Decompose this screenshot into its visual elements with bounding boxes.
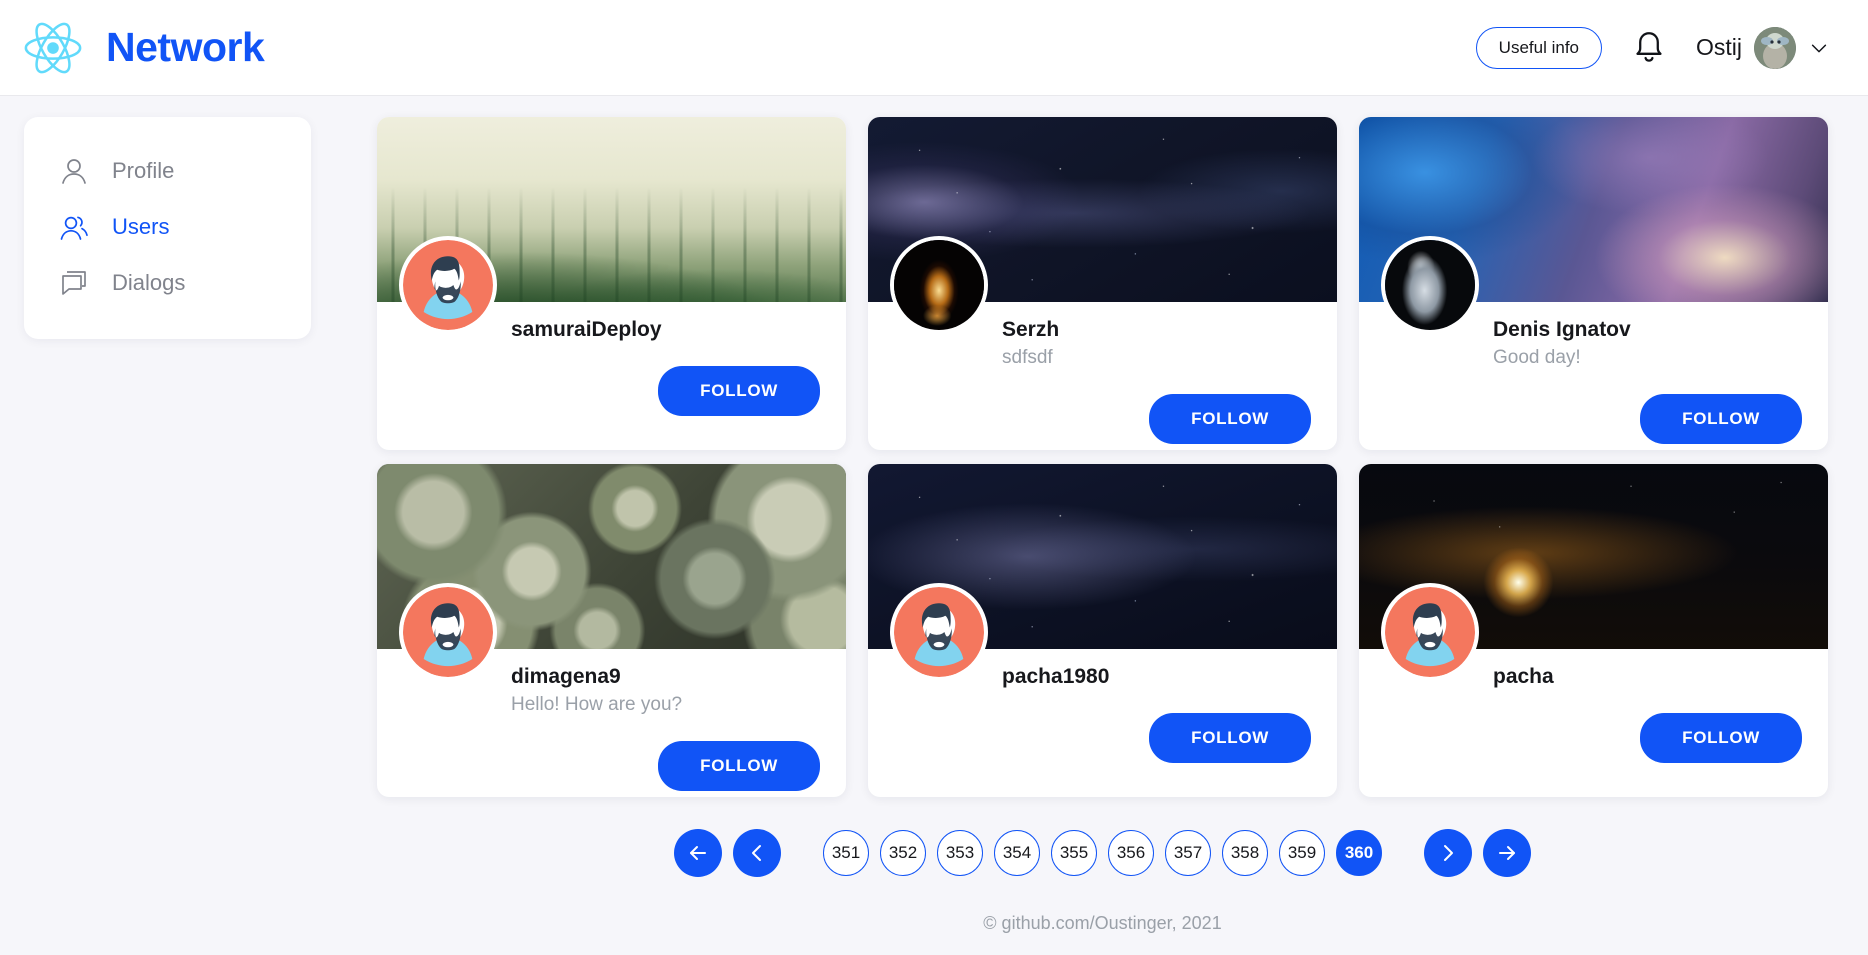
arrow-right-icon xyxy=(1495,841,1519,865)
sidebar-item-label: Users xyxy=(112,214,170,239)
users-content: samuraiDeploy FOLLOW Serzh sdfsdf FOLLOW… xyxy=(311,117,1868,934)
avatar xyxy=(1754,26,1796,69)
user-status: Hello! How are you? xyxy=(511,694,683,716)
user-card-body: samuraiDeploy FOLLOW xyxy=(377,236,846,417)
user-avatar[interactable] xyxy=(1381,583,1479,681)
sidebar-item-users[interactable]: Users xyxy=(24,199,311,255)
arrow-left-icon xyxy=(686,841,710,865)
user-status: Good day! xyxy=(1493,347,1581,369)
chevron-down-icon[interactable] xyxy=(1808,37,1830,59)
useful-info-button[interactable]: Useful info xyxy=(1475,26,1602,69)
user-name: Denis Ignatov xyxy=(1493,318,1631,341)
user-card-body: dimagena9 Hello! How are you? FOLLOW xyxy=(377,583,846,791)
person-icon xyxy=(58,155,90,187)
user-menu[interactable]: Ostij xyxy=(1696,26,1830,69)
page-button-active[interactable]: 360 xyxy=(1336,830,1382,876)
user-name: pacha xyxy=(1493,665,1554,688)
user-avatar[interactable] xyxy=(399,236,497,334)
robot-photo xyxy=(1385,240,1475,330)
follow-row: FOLLOW xyxy=(1385,691,1802,764)
user-avatar[interactable] xyxy=(399,583,497,681)
follow-button[interactable]: FOLLOW xyxy=(658,366,820,417)
react-atom-icon xyxy=(22,17,84,79)
follow-row: FOLLOW xyxy=(403,344,820,417)
user-card[interactable]: Denis Ignatov Good day! FOLLOW xyxy=(1359,117,1828,450)
user-avatar[interactable] xyxy=(890,583,988,681)
sidebar-item-label: Profile xyxy=(112,158,175,183)
user-avatar[interactable] xyxy=(890,236,988,334)
user-card[interactable]: dimagena9 Hello! How are you? FOLLOW xyxy=(377,464,846,797)
page-button[interactable]: 359 xyxy=(1279,830,1325,876)
page-button[interactable]: 357 xyxy=(1165,830,1211,876)
brand[interactable]: Network xyxy=(22,17,265,79)
user-name: pacha1980 xyxy=(1002,665,1110,688)
first-page-button[interactable] xyxy=(674,829,722,877)
page-button[interactable]: 351 xyxy=(823,830,869,876)
pagination: 351 352 353 354 355 356 357 358 359 360 xyxy=(377,829,1828,877)
next-page-button[interactable] xyxy=(1424,829,1472,877)
user-card-body: Denis Ignatov Good day! FOLLOW xyxy=(1359,236,1828,444)
user-card-body: Serzh sdfsdf FOLLOW xyxy=(868,236,1337,444)
page-button[interactable]: 358 xyxy=(1222,830,1268,876)
sidebar-item-label: Dialogs xyxy=(112,270,186,295)
page-button[interactable]: 356 xyxy=(1108,830,1154,876)
last-page-button[interactable] xyxy=(1483,829,1531,877)
user-card[interactable]: Serzh sdfsdf FOLLOW xyxy=(868,117,1337,450)
chevron-left-icon xyxy=(745,841,769,865)
page-button[interactable]: 353 xyxy=(937,830,983,876)
sidebar-item-dialogs[interactable]: Dialogs xyxy=(24,255,311,311)
page-button[interactable]: 355 xyxy=(1051,830,1097,876)
chat-bubble-icon xyxy=(58,267,90,299)
page-button[interactable]: 354 xyxy=(994,830,1040,876)
page-button[interactable]: 352 xyxy=(880,830,926,876)
user-card-body: pacha FOLLOW xyxy=(1359,583,1828,764)
fire-photo xyxy=(894,240,984,330)
user-card[interactable]: pacha FOLLOW xyxy=(1359,464,1828,797)
follow-button[interactable]: FOLLOW xyxy=(1640,393,1802,444)
user-name: dimagena9 xyxy=(511,665,621,688)
footer-copyright: © github.com/Oustinger, 2021 xyxy=(983,913,1222,933)
follow-button[interactable]: FOLLOW xyxy=(658,740,820,791)
app-header: Network Useful info Ostij xyxy=(0,0,1868,95)
user-name: Ostij xyxy=(1696,34,1742,60)
prev-page-button[interactable] xyxy=(733,829,781,877)
user-card-body: pacha1980 FOLLOW xyxy=(868,583,1337,764)
sidebar: Profile Users Dialogs xyxy=(24,117,311,339)
follow-row: FOLLOW xyxy=(1385,372,1802,444)
bell-icon[interactable] xyxy=(1632,29,1666,67)
sidebar-item-profile[interactable]: Profile xyxy=(24,143,311,199)
users-grid: samuraiDeploy FOLLOW Serzh sdfsdf FOLLOW… xyxy=(377,117,1828,797)
user-name: samuraiDeploy xyxy=(511,318,662,341)
follow-button[interactable]: FOLLOW xyxy=(1640,713,1802,764)
user-card[interactable]: samuraiDeploy FOLLOW xyxy=(377,117,846,450)
page-layout: Profile Users Dialogs samuraiDeploy FOLL… xyxy=(0,95,1868,934)
header-actions: Useful info Ostij xyxy=(1475,26,1830,69)
user-status: sdfsdf xyxy=(1002,347,1053,369)
chevron-right-icon xyxy=(1436,841,1460,865)
brand-title: Network xyxy=(106,24,265,70)
user-name: Serzh xyxy=(1002,318,1060,341)
people-icon xyxy=(58,211,90,243)
follow-row: FOLLOW xyxy=(403,719,820,791)
follow-row: FOLLOW xyxy=(894,691,1311,764)
follow-row: FOLLOW xyxy=(894,372,1311,444)
user-card[interactable]: pacha1980 FOLLOW xyxy=(868,464,1337,797)
follow-button[interactable]: FOLLOW xyxy=(1149,393,1311,444)
user-avatar[interactable] xyxy=(1381,236,1479,334)
follow-button[interactable]: FOLLOW xyxy=(1149,713,1311,764)
